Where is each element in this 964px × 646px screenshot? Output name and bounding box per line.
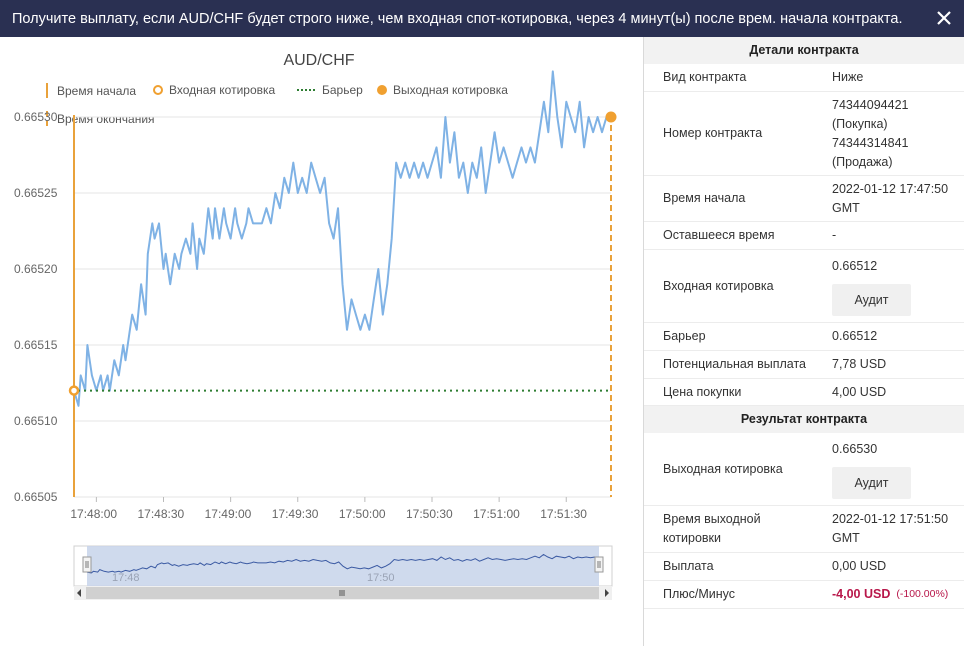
x-tick-label: 17:51:00	[473, 507, 520, 521]
y-tick-label: 0.66505	[14, 490, 58, 504]
detail-label: Плюс/Минус	[663, 587, 736, 601]
y-tick-label: 0.66530	[14, 110, 58, 124]
x-tick-label: 17:50:30	[406, 507, 453, 521]
detail-value: Ниже	[832, 70, 864, 84]
detail-value: 0.66512	[832, 329, 878, 343]
x-tick-label: 17:50:00	[339, 507, 386, 521]
label-line: котировки	[663, 531, 721, 545]
y-tick-label: 0.66510	[14, 414, 58, 428]
detail-label: Выходная котировка	[663, 461, 783, 476]
price-chart: 0.66505 0.66510 0.66515 0.66520 0.66525 0.665…	[14, 70, 617, 600]
sell-contract-id: 74344314841	[832, 135, 909, 150]
detail-value: 4,00 USD	[832, 384, 887, 399]
detail-value: 2022-01-12 17:51:50 GMT	[814, 506, 964, 552]
detail-value: 2022-01-12 17:47:50 GMT	[814, 176, 964, 221]
detail-value: 7,78 USD	[832, 357, 887, 371]
profit-loss-percent: (-100.00%)	[896, 588, 949, 600]
detail-label: Время начала	[663, 191, 746, 205]
y-tick-label: 0.66515	[14, 338, 58, 352]
exit-audit-button[interactable]: Аудит	[832, 466, 911, 499]
y-tick-label: 0.66525	[14, 186, 58, 200]
y-tick-label: 0.66520	[14, 262, 58, 276]
close-icon[interactable]	[934, 8, 954, 28]
detail-label: Выплата	[663, 559, 714, 573]
entry-spot-marker	[68, 385, 80, 396]
detail-row-start-time: Время начала 2022-01-12 17:47:50 GMT	[644, 176, 964, 222]
detail-row-type: Вид контракта Ниже	[644, 64, 964, 92]
x-tick-label: 17:51:30	[540, 507, 587, 521]
detail-value: 0.66512 Аудит	[814, 250, 964, 322]
detail-value: 0.66530 Аудит	[814, 433, 964, 505]
x-tick-label: 17:49:30	[272, 507, 319, 521]
contract-description: Получите выплату, если AUD/CHF будет стр…	[12, 10, 903, 27]
detail-row-contract-id: Номер контракта 74344094421 (Покупка) 74…	[644, 92, 964, 176]
entry-spot-value: 0.66512	[832, 258, 878, 273]
navigator[interactable]: 17:48 17:50	[73, 545, 613, 587]
detail-label: Вид контракта	[663, 70, 747, 84]
navigator-label: 17:48	[112, 572, 140, 584]
profit-loss-value: -4,00 USD	[832, 587, 891, 601]
result-section-header: Результат контракта	[644, 406, 964, 433]
details-section-header: Детали контракта	[644, 37, 964, 64]
start-timezone: GMT	[832, 200, 860, 215]
exit-timezone: GMT	[832, 531, 860, 545]
buy-contract-id: 74344094421	[832, 97, 909, 112]
navigator-label: 17:50	[367, 572, 395, 584]
contract-details-panel: Детали контракта Вид контракта Ниже Номе…	[644, 37, 964, 646]
result-row-exit-time: Время выходной котировки 2022-01-12 17:5…	[644, 506, 964, 553]
detail-value: -4,00 USD (-100.00%)	[814, 581, 964, 608]
result-row-payout: Выплата 0,00 USD	[644, 553, 964, 581]
x-tick-label: 17:48:30	[138, 507, 185, 521]
price-series-line	[73, 70, 611, 407]
detail-value: 74344094421 (Покупка) 74344314841 (Прода…	[814, 92, 964, 175]
detail-label: Оставшееся время	[663, 228, 775, 242]
exit-datetime: 2022-01-12 17:51:50	[832, 512, 949, 526]
chart-panel: AUD/CHF Время начала Входная котировка Б…	[4, 37, 642, 646]
detail-row-potential-payout: Потенциальная выплата 7,78 USD	[644, 351, 964, 379]
detail-label: Время выходной котировки	[644, 506, 814, 552]
detail-label: Входная котировка	[663, 278, 774, 293]
detail-value: 0,00 USD	[832, 559, 887, 573]
detail-label: Номер контракта	[663, 126, 763, 140]
detail-row-purchase-price: Цена покупки 4,00 USD	[644, 379, 964, 406]
label-line: Время выходной	[663, 512, 761, 526]
exit-spot-value: 0.66530	[832, 441, 878, 456]
detail-label: Цена покупки	[663, 384, 742, 399]
contract-header: Получите выплату, если AUD/CHF будет стр…	[0, 0, 964, 37]
navigator-left-handle[interactable]	[82, 556, 92, 573]
detail-row-remaining: Оставшееся время -	[644, 222, 964, 250]
start-datetime: 2022-01-12 17:47:50	[832, 181, 949, 196]
navigator-right-handle[interactable]	[594, 556, 604, 573]
detail-label: Барьер	[663, 329, 706, 343]
sell-tag: (Продажа)	[832, 154, 893, 169]
detail-row-entry-spot: Входная котировка 0.66512 Аудит	[644, 250, 964, 323]
x-tick-label: 17:49:00	[205, 507, 252, 521]
result-row-profit-loss: Плюс/Минус -4,00 USD (-100.00%)	[644, 581, 964, 609]
entry-audit-button[interactable]: Аудит	[832, 283, 911, 316]
horizontal-scrollbar[interactable]	[74, 586, 612, 600]
detail-label: Потенциальная выплата	[663, 357, 806, 371]
x-tick-label: 17:48:00	[70, 507, 117, 521]
result-row-exit-spot: Выходная котировка 0.66530 Аудит	[644, 433, 964, 506]
detail-row-barrier: Барьер 0.66512	[644, 323, 964, 351]
buy-tag: (Покупка)	[832, 116, 888, 131]
exit-spot-marker	[605, 111, 617, 123]
detail-value: -	[832, 228, 837, 242]
